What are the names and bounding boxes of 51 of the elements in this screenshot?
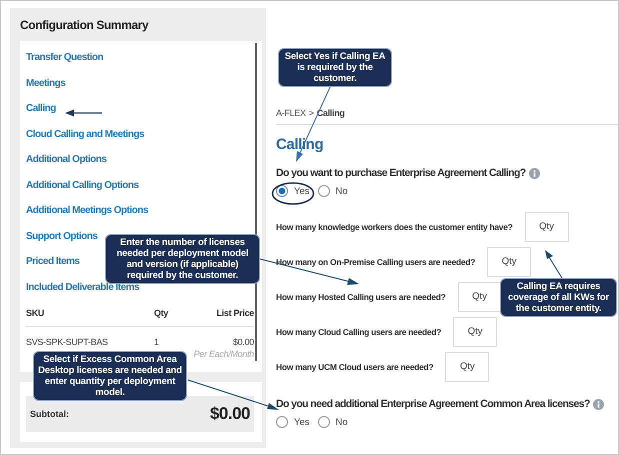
quantity-field[interactable]: Qty [487,246,532,276]
radio-button[interactable] [276,185,288,197]
question-text: Do you need additional Enterprise Agreement Common Area licenses? [276,398,590,410]
quantity-field[interactable]: Qty [445,352,490,382]
sidebar-link[interactable]: Cloud Calling and Meetings [26,128,144,140]
question-text: How many on On-Premise Calling users are needed? [276,256,476,266]
subtotal-value: $0.00 [210,404,250,424]
column-header: SKU [26,308,46,318]
info-icon[interactable] [592,398,604,410]
radio-button[interactable] [318,185,330,197]
arrow [65,110,102,116]
callout: Calling EA requires coverage of all KWs for the customer entity. [500,278,617,317]
question-text: How many knowledge workers does the customer entity have? [276,222,513,232]
question-text: How many Hosted Calling users are needed? [276,292,446,302]
radio-button[interactable] [318,416,330,428]
option-label: No [336,416,348,428]
sidebar-link[interactable]: Transfer Question [26,52,104,63]
callout: Enter the number of licenses needed per deployment model and version (if applicable) required by the customer. [105,234,260,284]
sidebar-link[interactable]: Priced Items [26,256,80,267]
sidebar-link[interactable]: Meetings [26,78,66,88]
quantity-field[interactable]: Qty [524,212,569,242]
question-text: How many Cloud Calling users are needed? [276,326,442,336]
highlight-ellipse [272,182,314,205]
breadcrumb-separator: > [308,108,314,118]
price-note: Per Each/Month [194,349,254,359]
table-cell-text: SVS-SPK-SUPT-BAS [26,337,109,347]
option-label: No [336,186,348,196]
radio-button[interactable] [276,416,288,428]
sidebar-link[interactable]: Calling [26,103,56,114]
subtotal-label: Subtotal: [30,409,69,419]
table-cell-text: 1 [154,337,160,347]
callout: Select if Excess Common Area Desktop licenses are needed and enter quantity per deployment model. [33,351,187,401]
sidebar-link[interactable]: Support Options [26,230,98,242]
quantity-field[interactable]: Qty [453,316,498,346]
option-label: Yes [294,186,310,196]
arrow [545,250,562,278]
callout: Select Yes if Calling EA is required by the customer. [278,48,392,87]
quantity-field[interactable]: Qty [458,282,502,312]
column-header: List Price [215,308,254,318]
info-icon[interactable] [528,168,540,178]
question-text: Do you want to purchase Enterprise Agreement Calling? [276,167,526,179]
question-text: How many UCM Cloud users are needed? [276,362,434,372]
panel-title: Configuration Summary [20,18,150,34]
sidebar-link[interactable]: Additional Options [26,154,106,165]
option-label: Yes [294,416,310,428]
breadcrumb-link[interactable]: A-FLEX [276,108,306,118]
sidebar-link[interactable]: Additional Calling Options [26,180,139,190]
column-header: Qty [154,308,170,318]
sidebar-link[interactable]: Additional Meetings Options [26,205,148,216]
table-cell: $0.00 [232,337,254,347]
sidebar-link[interactable]: Included Deliverable Items [26,282,140,292]
